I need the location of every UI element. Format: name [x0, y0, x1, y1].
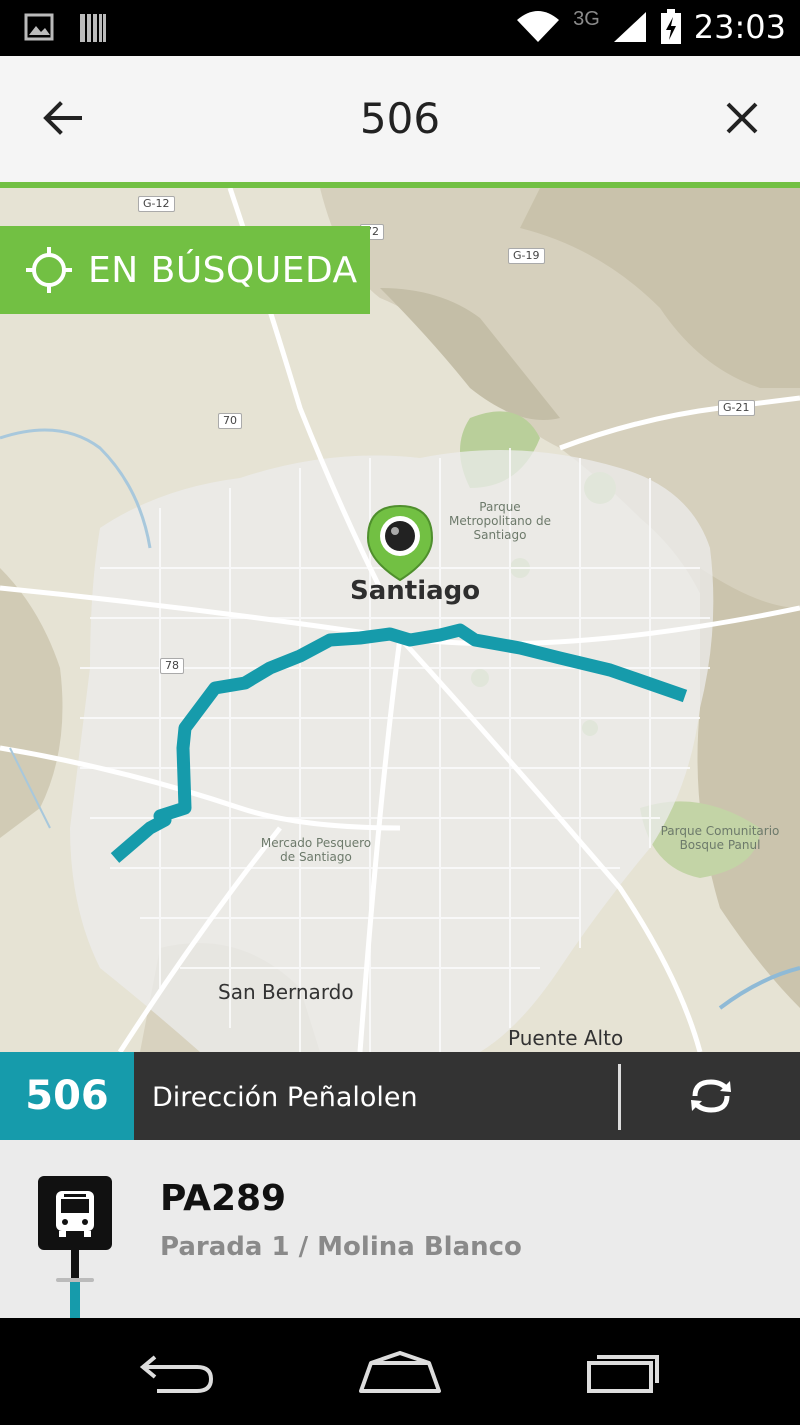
stop-name: Parada 1 / Molina Blanco: [160, 1232, 522, 1262]
wifi-icon: [517, 11, 560, 42]
route-bar: 506 Dirección Peñalolen: [0, 1052, 800, 1140]
app-bar: 506: [0, 56, 800, 182]
back-nav-icon: [139, 1355, 214, 1393]
signal-icon: [613, 12, 646, 42]
nav-recents-button[interactable]: [568, 1342, 678, 1402]
search-status-label: EN BÚSQUEDA: [88, 249, 358, 291]
system-status: 3G 23:03: [515, 8, 786, 46]
route-line-segment: [70, 1282, 80, 1318]
refresh-icon: [691, 1079, 731, 1113]
home-nav-icon: [359, 1350, 441, 1393]
status-bar: 3G 23:03: [0, 0, 800, 56]
network-type: 3G: [573, 7, 600, 30]
search-status-badge[interactable]: EN BÚSQUEDA: [0, 226, 370, 314]
city-label: Santiago: [350, 576, 481, 606]
battery-charging-icon: [660, 9, 681, 44]
image-notification-icon: [24, 13, 54, 41]
poi-label: Parque Comunitario Bosque Panul: [660, 824, 780, 852]
town-label-puente-alto: Puente Alto: [508, 1026, 624, 1050]
map-canvas: [0, 188, 800, 1052]
stop-list-item[interactable]: PA289 Parada 1 / Molina Blanco: [0, 1140, 800, 1318]
refresh-button[interactable]: [622, 1052, 800, 1140]
nav-home-button[interactable]: [345, 1342, 455, 1402]
page-title: 506: [359, 94, 441, 143]
system-nav-bar: [0, 1318, 800, 1425]
road-shield: G-12: [138, 196, 175, 212]
stop-code: PA289: [160, 1178, 287, 1219]
notification-icons: [24, 12, 108, 44]
crosshair-icon: [26, 247, 72, 293]
road-shield: G-21: [718, 400, 755, 416]
route-number: 506: [0, 1052, 134, 1140]
barcode-notification-icon: [80, 14, 106, 42]
clock: 23:03: [693, 8, 786, 46]
town-label-san-bernardo: San Bernardo: [218, 980, 354, 1004]
recents-nav-icon: [587, 1355, 659, 1393]
poi-label: Parque Metropolitano de Santiago: [449, 500, 551, 542]
close-button[interactable]: [710, 86, 774, 150]
poi-label: Mercado Pesquero de Santiago: [260, 836, 372, 864]
divider: [618, 1064, 621, 1130]
road-shield: 70: [218, 413, 242, 429]
close-icon: [726, 102, 758, 134]
route-direction: Dirección Peñalolen: [152, 1082, 418, 1113]
map-view[interactable]: G-12 G-19 G-21 70 78 72 Santiago San Ber…: [0, 188, 800, 1052]
bus-stop-icon: [38, 1176, 112, 1250]
road-shield: 78: [160, 658, 184, 674]
road-shield: G-19: [508, 248, 545, 264]
nav-back-button[interactable]: [122, 1342, 232, 1402]
stop-pole: [71, 1250, 79, 1280]
